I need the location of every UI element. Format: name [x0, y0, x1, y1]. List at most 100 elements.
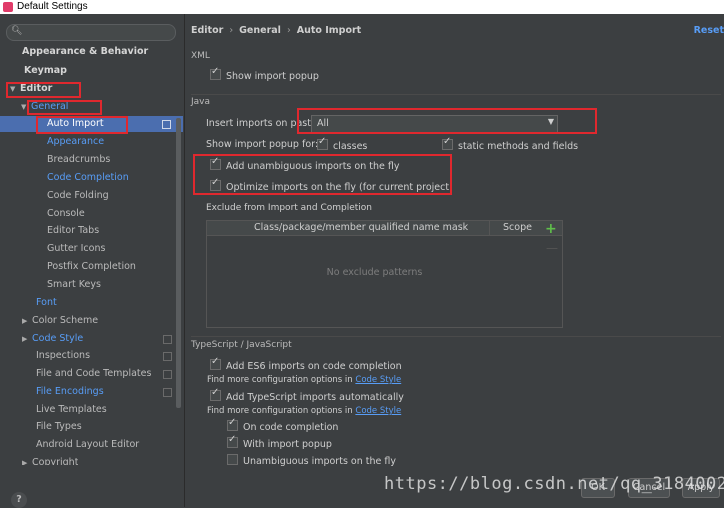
sidebar-item-code-style[interactable]: ▶ Code Style — [22, 331, 172, 347]
expand-arrow-icon[interactable]: ▶ — [22, 331, 32, 347]
help-icon: ? — [16, 494, 22, 505]
code-style-link[interactable]: Code Style — [355, 406, 401, 416]
highlight-box-general — [27, 100, 102, 115]
search-icon: 🔍︎ — [11, 26, 23, 36]
search-input[interactable]: 🔍︎ — [6, 24, 176, 41]
sidebar-item-postfix-completion[interactable]: Postfix Completion — [47, 259, 136, 275]
sidebar-item-label: Android Layout Editor — [36, 439, 140, 450]
checkbox-label: Add ES6 imports on code completion — [226, 361, 402, 372]
checkbox[interactable] — [210, 66, 221, 80]
ts-more-config-2: Find more configuration options in Code … — [207, 406, 401, 416]
expand-arrow-icon[interactable]: ▶ — [22, 455, 32, 465]
breadcrumb-editor: Editor — [191, 25, 224, 36]
table-empty-text: No exclude patterns — [326, 267, 423, 278]
settings-sidebar: 🔍︎ Appearance & Behavior Keymap ▼ Editor … — [0, 14, 185, 508]
more-config-text: Find more configuration options in — [207, 406, 353, 416]
sidebar-item-label: Inspections — [36, 350, 91, 361]
breadcrumb-separator-icon: › — [286, 25, 291, 36]
sidebar-item-label: Live Templates — [36, 404, 107, 415]
sidebar-item-copyright[interactable]: ▶ Copyright — [22, 455, 78, 465]
copy-settings-icon — [163, 352, 172, 361]
copy-settings-icon — [163, 370, 172, 379]
checkbox-label: classes — [333, 141, 368, 152]
sidebar-item-code-folding[interactable]: Code Folding — [47, 188, 109, 204]
sidebar-item-editor-tabs[interactable]: Editor Tabs — [47, 223, 99, 239]
table-header: Class/package/member qualified name mask… — [207, 221, 562, 236]
sidebar-item-file-code-templates[interactable]: File and Code Templates — [36, 366, 172, 382]
sidebar-item-smart-keys[interactable]: Smart Keys — [47, 277, 101, 293]
sidebar-item-appearance-behavior[interactable]: Appearance & Behavior — [22, 44, 148, 60]
title-bar: Default Settings — [0, 0, 724, 14]
expand-arrow-icon[interactable]: ▶ — [22, 313, 32, 329]
ts-es6-imports[interactable]: Add ES6 imports on code completion — [210, 356, 402, 372]
sidebar-scrollbar[interactable] — [176, 118, 181, 408]
sidebar-item-color-scheme[interactable]: ▶ Color Scheme — [22, 313, 98, 329]
ts-more-config-1: Find more configuration options in Code … — [207, 375, 401, 385]
popup-classes[interactable]: classes — [317, 136, 368, 152]
highlight-box-java-options — [193, 154, 452, 195]
sidebar-item-inspections[interactable]: Inspections — [36, 348, 172, 364]
watermark: https://blog.csdn.net/qq_31840023 — [384, 474, 724, 494]
sidebar-item-label: Appearance & Behavior — [22, 46, 149, 57]
checkbox[interactable] — [442, 136, 453, 150]
breadcrumb-general: General — [239, 25, 281, 36]
checkbox[interactable] — [317, 136, 328, 150]
more-config-text: Find more configuration options in — [207, 375, 353, 385]
sidebar-item-label: Code Style — [32, 333, 84, 344]
reset-link[interactable]: Reset — [694, 25, 724, 36]
checkbox-label: Add TypeScript imports automatically — [226, 392, 404, 403]
checkbox[interactable] — [227, 434, 238, 448]
breadcrumb-auto-import: Auto Import — [296, 25, 362, 36]
sidebar-item-label: Gutter Icons — [47, 243, 106, 254]
ts-on-code-completion[interactable]: On code completion — [227, 417, 339, 433]
sidebar-item-label: Postfix Completion — [47, 261, 136, 272]
copy-settings-icon — [163, 388, 172, 397]
sidebar-item-gutter-icons[interactable]: Gutter Icons — [47, 241, 105, 257]
highlight-box-auto-import — [36, 116, 128, 134]
remove-icon[interactable]: — — [546, 241, 558, 255]
exclude-table[interactable]: Class/package/member qualified name mask… — [206, 220, 563, 328]
window-title: Default Settings — [17, 1, 88, 12]
sidebar-item-android-layout-editor[interactable]: Android Layout Editor — [36, 437, 139, 453]
settings-main-panel: Editor › General › Auto Import Reset XML Sho… — [185, 14, 724, 507]
highlight-box-editor — [6, 82, 81, 98]
sidebar-item-file-encodings[interactable]: File Encodings — [36, 384, 172, 400]
show-popup-for-label: Show import popup for: — [206, 139, 319, 150]
checkbox-label: On code completion — [243, 422, 339, 433]
popup-static-methods[interactable]: static methods and fields — [442, 136, 579, 152]
xml-show-import-popup[interactable]: Show import popup — [210, 66, 319, 82]
sidebar-item-file-types[interactable]: File Types — [36, 419, 82, 435]
sidebar-item-appearance[interactable]: Appearance — [47, 134, 104, 150]
checkbox-label: static methods and fields — [458, 141, 579, 152]
table-header-mask[interactable]: Class/package/member qualified name mask — [254, 222, 468, 233]
highlight-box-insert-imports — [297, 108, 597, 134]
ts-typescript-imports[interactable]: Add TypeScript imports automatically — [210, 387, 404, 403]
sidebar-item-label: File and Code Templates — [36, 368, 152, 379]
copy-settings-icon — [163, 335, 172, 344]
sidebar-item-label: File Encodings — [36, 386, 104, 397]
checkbox[interactable] — [227, 454, 238, 465]
sidebar-item-label: Smart Keys — [47, 279, 101, 290]
section-divider — [191, 336, 721, 337]
checkbox[interactable] — [210, 387, 221, 401]
sidebar-item-label: File Types — [36, 421, 82, 432]
add-icon[interactable]: + — [545, 221, 557, 237]
ts-section-header: TypeScript / JavaScript — [191, 340, 292, 350]
sidebar-item-live-templates[interactable]: Live Templates — [36, 402, 107, 418]
copy-settings-icon — [162, 120, 171, 129]
sidebar-item-code-completion[interactable]: Code Completion — [47, 170, 129, 186]
sidebar-item-breadcrumbs[interactable]: Breadcrumbs — [47, 152, 110, 168]
help-button[interactable]: ? — [11, 492, 27, 508]
checkbox-label: Show import popup — [226, 71, 319, 82]
sidebar-item-label: Copyright — [32, 457, 79, 465]
java-section-header: Java — [191, 97, 211, 107]
ts-with-import-popup[interactable]: With import popup — [227, 434, 332, 450]
sidebar-item-console[interactable]: Console — [47, 206, 85, 222]
sidebar-item-font[interactable]: Font — [36, 295, 57, 311]
table-header-scope[interactable]: Scope — [503, 222, 532, 233]
code-style-link[interactable]: Code Style — [355, 375, 401, 385]
sidebar-item-keymap[interactable]: Keymap — [24, 63, 67, 79]
ts-unambiguous-imports[interactable]: Unambiguous imports on the fly — [227, 454, 396, 467]
checkbox[interactable] — [227, 417, 238, 431]
checkbox[interactable] — [210, 356, 221, 370]
